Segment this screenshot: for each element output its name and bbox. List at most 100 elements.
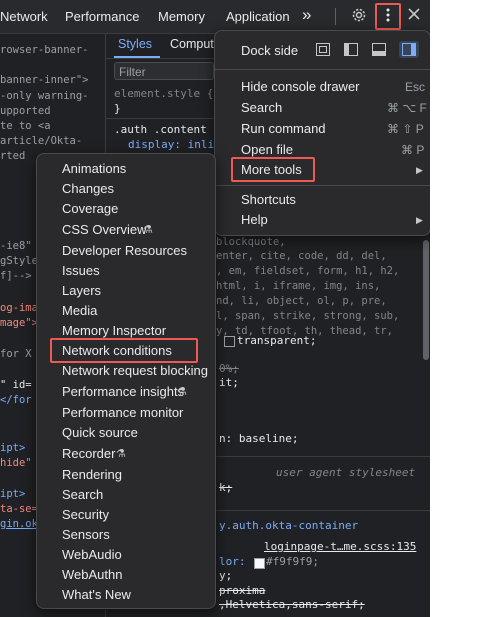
dock-bottom-icon[interactable] [372,43,386,56]
dock-left-icon[interactable] [344,43,358,56]
close-brace: } [114,102,121,115]
shortcut-text: Esc [405,80,426,94]
menu-item-network-request-blocking[interactable]: Network request blocking [62,363,208,378]
tab-network[interactable]: Network [0,9,48,24]
menu-item-performance-insights[interactable]: Performance insights [62,384,184,399]
submenu-arrow-icon: ▶ [416,165,423,175]
shortcut-text: ⌘ P [401,143,425,157]
k-line: k; [219,481,233,494]
dock-right-icon[interactable] [402,43,416,56]
menu-item-rendering[interactable]: Rendering [62,467,122,482]
menu-item-animations[interactable]: Animations [62,161,126,176]
tab-performance[interactable]: Performance [65,9,139,24]
code-line: " id= [0,379,32,391]
menu-item-performance-monitor[interactable]: Performance monitor [62,405,183,420]
code-line: mage"> [0,317,38,329]
code-line: te to <a [0,120,51,132]
code-line: ipt> [0,442,26,454]
menu-item-media[interactable]: Media [62,303,97,318]
dock-side-label: Dock side [241,43,299,58]
ua-selector-line: html, i, iframe, img, ins, [216,280,381,292]
color-property: lor: [219,555,246,568]
inherit-value: it; [219,376,239,389]
menu-item-issues[interactable]: Issues [62,263,100,278]
menu-item-css-overview[interactable]: CSS Overview [62,222,147,237]
tab-computed[interactable]: Comput [170,37,214,51]
transparent-value: transparent; [237,334,317,347]
color-swatch[interactable] [254,558,265,569]
okta-selector: y.auth.okta-container [219,519,359,532]
menu-item-recorder[interactable]: Recorder [62,446,115,461]
menu-item-search[interactable]: Search [241,100,282,115]
code-line: rted [0,150,26,162]
code-line: upported [0,105,51,117]
menu-item-memory-inspector[interactable]: Memory Inspector [62,323,166,338]
menu-item-changes[interactable]: Changes [62,181,114,196]
menu-item-help[interactable]: Help [241,212,268,227]
scrollbar[interactable] [423,240,429,360]
menu-item-quick-source[interactable]: Quick source [62,425,138,440]
color-value: #f9f9f9; [266,555,319,568]
display-property: display: inli [128,138,215,151]
ua-selector-line: nd, li, object, ol, p, pre, [216,295,387,307]
submenu-arrow-icon: ▶ [416,215,423,225]
network-conditions-highlight [50,338,198,363]
element-style-rule: element.style { [114,87,214,100]
menu-item-open-file[interactable]: Open file [241,142,293,157]
gear-icon[interactable] [349,7,369,27]
code-line: og-ima [0,302,38,314]
flask-icon: ⚗ [143,224,153,236]
code-line: banner-inner"> [0,74,89,86]
menu-divider [215,69,430,70]
tab-memory[interactable]: Memory [158,9,205,24]
ua-selector-line: , em, fieldset, form, h1, h2, [216,265,400,277]
vertical-align-property: n: baseline; [219,432,299,445]
semicolon-line: y; [219,569,233,582]
code-line: article/Okta- [0,135,83,147]
ua-selector-line: enter, cite, code, dd, del, [216,250,387,262]
menu-item-shortcuts[interactable]: Shortcuts [241,192,296,207]
menu-item-webaudio[interactable]: WebAudio [62,547,122,562]
menu-item-run-command[interactable]: Run command [241,121,326,136]
more-tabs-chevron-icon[interactable]: » [302,5,311,25]
tab-application[interactable]: Application [226,9,290,24]
color-swatch[interactable] [224,336,235,347]
source-link[interactable]: loginpage-t…me.scss:135 [264,540,416,553]
code-line: </for [0,394,32,406]
devtools-tab-bar: Network Performance Memory Application » [0,0,430,34]
more-tools-submenu: Animations Changes Coverage CSS Overview… [36,153,216,609]
code-line: f]--> [0,270,32,282]
tab-styles[interactable]: Styles [118,37,152,51]
font-family-line: proxima [219,584,266,597]
menu-item-hide-console-drawer[interactable]: Hide console drawer [241,79,360,94]
menu-item-developer-resources[interactable]: Developer Resources [62,243,187,258]
flask-icon: ⚗ [116,448,126,460]
menu-item-whats-new[interactable]: What's New [62,587,131,602]
menu-item-sensors[interactable]: Sensors [62,527,110,542]
menu-item-layers[interactable]: Layers [62,283,101,298]
code-line: -ie8" [0,240,32,252]
shortcut-text: ⌘ ⌥ F [387,101,427,115]
code-line: hide" [0,457,32,469]
shortcut-text: ⌘ ⇧ P [387,122,424,136]
menu-item-security[interactable]: Security [62,507,109,522]
code-line: ta-se= [0,503,38,515]
menu-item-coverage[interactable]: Coverage [62,201,118,216]
code-line: gStyle [0,255,38,267]
menu-item-webauthn[interactable]: WebAuthn [62,567,122,582]
close-icon[interactable] [404,7,424,27]
kebab-highlight [375,3,401,30]
menu-item-search[interactable]: Search [62,487,103,502]
ua-selector-line: blockquote, [216,236,286,248]
ua-stylesheet-label: user agent stylesheet [276,466,416,479]
code-line: gin.ok [0,518,38,530]
active-tab-indicator [114,56,160,58]
flask-icon: ⚗ [177,386,187,398]
rule-selector: .auth .content [114,123,207,136]
code-line: for X [0,348,32,360]
code-line: rowser-banner- [0,44,89,56]
undock-icon-inner [319,46,327,53]
customize-menu: Dock side Hide console drawer Esc Search… [214,30,430,236]
percent-value: 0%; [219,362,239,375]
filter-input[interactable]: Filter [114,62,214,80]
